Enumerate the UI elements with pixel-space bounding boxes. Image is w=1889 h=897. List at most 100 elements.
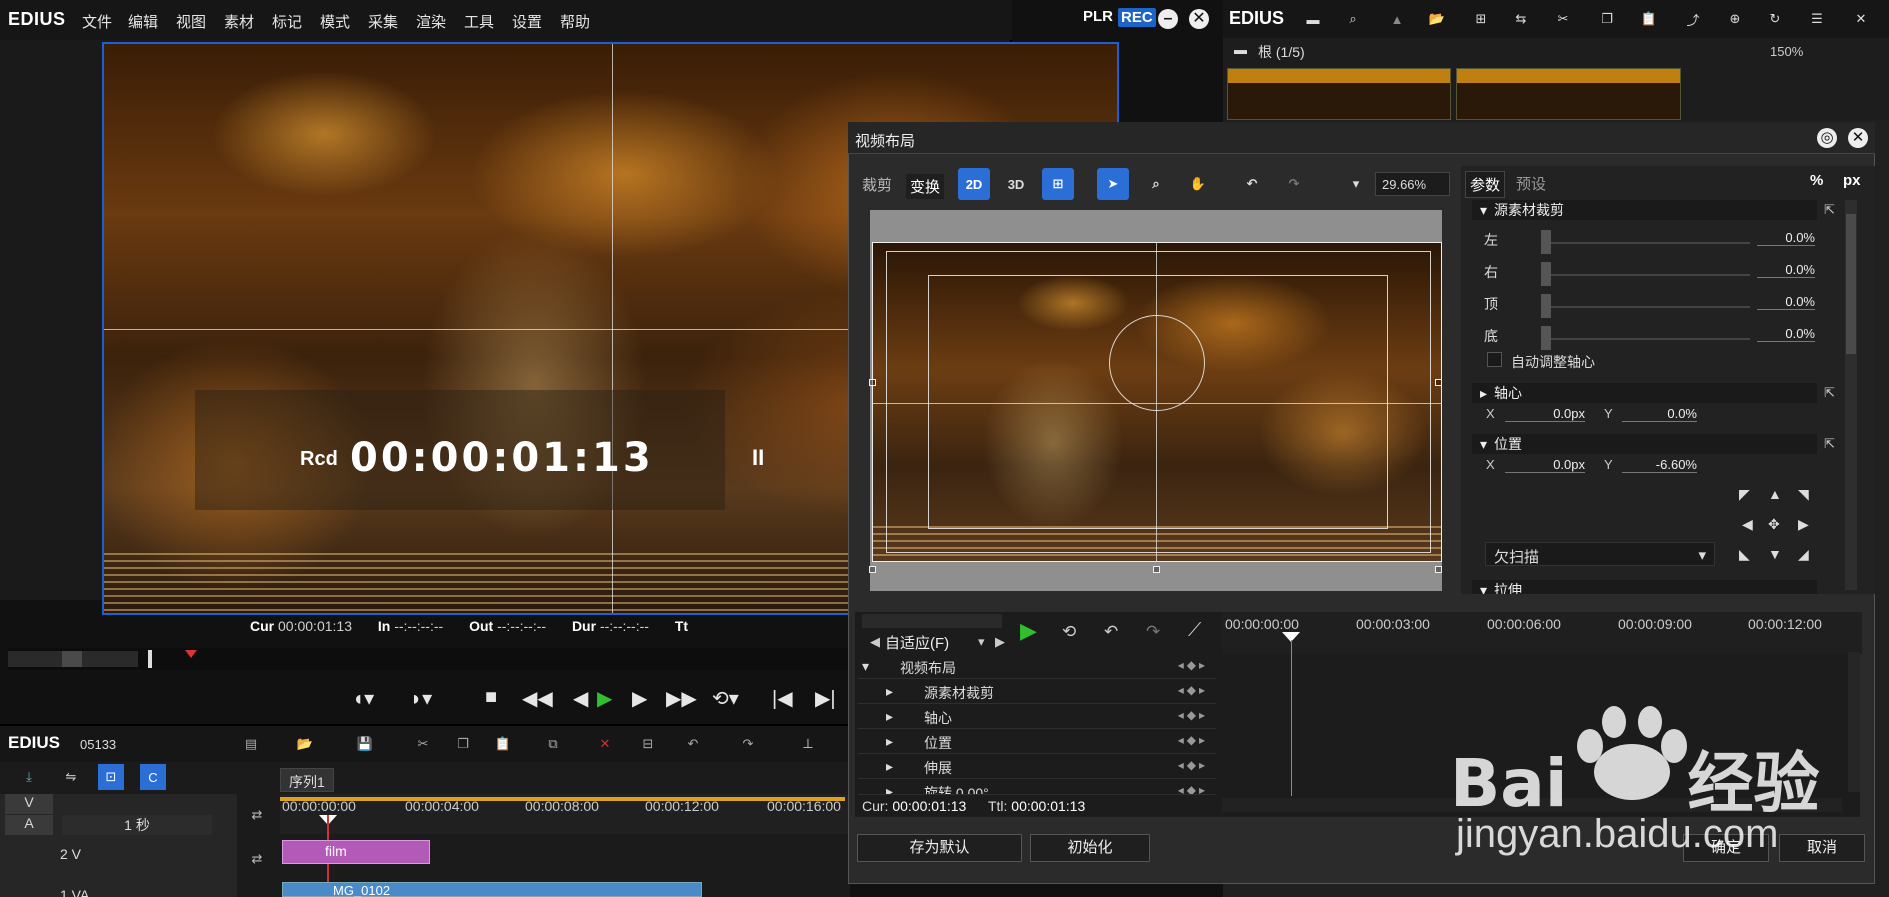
- menu-settings[interactable]: 设置: [512, 11, 542, 32]
- scan-mode-select[interactable]: 欠扫描 ▾: [1485, 542, 1715, 566]
- keyframe-vscroll[interactable]: [1848, 652, 1860, 792]
- align-top-right-icon[interactable]: ◥: [1798, 486, 1809, 503]
- fast-forward-icon[interactable]: ▶▶: [666, 686, 697, 711]
- prev-arrow-icon[interactable]: ◀: [870, 634, 880, 650]
- bin-close-icon[interactable]: ✕: [1848, 6, 1874, 32]
- unit-pixel-button[interactable]: px: [1843, 172, 1861, 189]
- kf-row-pivot[interactable]: ▸ 轴心 ◂◆▸: [858, 704, 1216, 729]
- cut-icon[interactable]: ✂: [410, 731, 436, 757]
- kf-row-stretch[interactable]: ▸ 伸展 ◂◆▸: [858, 754, 1216, 779]
- menu-tools[interactable]: 工具: [464, 11, 494, 32]
- section-export-icon[interactable]: ⇱: [1824, 436, 1835, 452]
- crop-left-value[interactable]: 0.0%: [1757, 230, 1815, 246]
- align-left-icon[interactable]: ◀: [1742, 516, 1753, 533]
- align-bottom-right-icon[interactable]: ◢: [1798, 546, 1809, 563]
- close-icon[interactable]: ✕: [1189, 9, 1209, 29]
- keyframe-nav-icon[interactable]: ◂◆▸: [1178, 683, 1208, 697]
- sequence-tab[interactable]: 序列1: [280, 768, 334, 792]
- insert-icon[interactable]: ⧉: [540, 731, 566, 757]
- dropdown-icon[interactable]: ▾: [1340, 168, 1372, 200]
- pivot-y-value[interactable]: 0.0%: [1622, 406, 1697, 422]
- align-top-icon[interactable]: ▲: [1768, 486, 1782, 502]
- rec-toggle[interactable]: REC: [1118, 8, 1156, 27]
- expand-icon[interactable]: ▸: [886, 783, 893, 794]
- select-arrow-icon[interactable]: ➤: [1097, 168, 1129, 200]
- add-to-timeline-icon[interactable]: ⊕: [1722, 6, 1748, 32]
- resize-handle[interactable]: [1435, 379, 1442, 386]
- preview-zoom-select[interactable]: 29.66%: [1375, 172, 1450, 196]
- pivot-circle[interactable]: [1109, 315, 1205, 411]
- dialog-undo-icon[interactable]: ↶: [1236, 168, 1268, 200]
- align-center-icon[interactable]: ✥: [1768, 516, 1780, 533]
- kf-row-rotation[interactable]: ▸ 旋转 0.00° ◂◆▸: [858, 779, 1216, 795]
- delete-icon[interactable]: ✕: [592, 731, 618, 757]
- keyframe-slider[interactable]: [862, 614, 1002, 628]
- pivot-x-value[interactable]: 0.0px: [1505, 406, 1585, 422]
- resize-handle[interactable]: [869, 379, 876, 386]
- keyframe-nav-icon[interactable]: ◂◆▸: [1178, 733, 1208, 747]
- section-crop[interactable]: ▾ 源素材裁剪: [1472, 200, 1817, 220]
- expand-icon[interactable]: ▸: [886, 758, 893, 775]
- step-back-icon[interactable]: ◀: [573, 686, 588, 711]
- dialog-maximize-icon[interactable]: ◎: [1817, 128, 1837, 148]
- insert-mode-icon[interactable]: ⤓: [16, 764, 42, 790]
- initialize-button[interactable]: 初始化: [1030, 834, 1150, 862]
- auto-pivot-checkbox[interactable]: [1487, 352, 1502, 367]
- menu-render[interactable]: 渲染: [416, 11, 446, 32]
- open-icon[interactable]: 📂: [1424, 6, 1450, 32]
- menu-capture[interactable]: 采集: [368, 11, 398, 32]
- bin-paste-icon[interactable]: 📋: [1636, 6, 1662, 32]
- menu-clip[interactable]: 素材: [224, 11, 254, 32]
- paste-icon[interactable]: 📋: [490, 731, 516, 757]
- keyframe-nav-icon[interactable]: ◂◆▸: [1178, 658, 1208, 672]
- bin-path[interactable]: 根 (1/5): [1258, 42, 1305, 62]
- redo-icon[interactable]: ↷: [735, 731, 761, 757]
- minimize-icon[interactable]: –: [1158, 9, 1178, 29]
- export-icon[interactable]: ⤴: [1680, 6, 1706, 32]
- plr-toggle[interactable]: PLR: [1083, 8, 1113, 25]
- folder-icon[interactable]: ▬: [1300, 6, 1326, 32]
- kf-loop-icon[interactable]: ⟲: [1062, 622, 1076, 642]
- crop-left-slider[interactable]: [1545, 242, 1750, 244]
- save-default-button[interactable]: 存为默认: [857, 834, 1022, 862]
- mode-3d-button[interactable]: 3D: [1000, 168, 1032, 200]
- section-pivot[interactable]: ▸ 轴心: [1472, 383, 1817, 403]
- crop-right-knob[interactable]: [1541, 262, 1551, 286]
- track-swap-icon-2[interactable]: ⇄: [244, 846, 270, 872]
- menu-view[interactable]: 视图: [176, 11, 206, 32]
- cancel-button[interactable]: 取消: [1779, 834, 1865, 862]
- align-bottom-icon[interactable]: ▼: [1768, 546, 1782, 562]
- align-top-left-icon[interactable]: ◤: [1739, 486, 1750, 503]
- crop-top-knob[interactable]: [1541, 294, 1551, 318]
- ripple-delete-icon[interactable]: ⊟: [635, 731, 661, 757]
- stop-icon[interactable]: ■: [485, 686, 497, 709]
- crop-bottom-value[interactable]: 0.0%: [1757, 326, 1815, 342]
- save-icon[interactable]: 💾: [352, 731, 378, 757]
- expand-icon[interactable]: ▸: [886, 733, 893, 750]
- graph-icon[interactable]: ⟋: [1188, 620, 1201, 642]
- sync-mode-icon[interactable]: ⇋: [58, 764, 84, 790]
- loop-play-icon[interactable]: ⟲▾: [712, 686, 739, 711]
- copy-icon[interactable]: ❐: [450, 731, 476, 757]
- bin-thumbnail[interactable]: [1456, 68, 1681, 120]
- keyframe-nav-icon[interactable]: ◂◆▸: [1178, 783, 1208, 794]
- keyframe-nav-icon[interactable]: ◂◆▸: [1178, 758, 1208, 772]
- audio-channel-select[interactable]: A: [5, 815, 53, 835]
- align-right-icon[interactable]: ▶: [1798, 516, 1809, 533]
- bin-thumbnail[interactable]: [1227, 68, 1451, 120]
- menu-help[interactable]: 帮助: [560, 11, 590, 32]
- group-link-icon[interactable]: ⊡: [98, 764, 124, 790]
- hand-icon[interactable]: ✋: [1182, 168, 1214, 200]
- section-export-icon[interactable]: ⇱: [1824, 385, 1835, 401]
- menu-edit[interactable]: 编辑: [128, 11, 158, 32]
- kf-row-crop[interactable]: ▸ 源素材裁剪 ◂◆▸: [858, 679, 1216, 704]
- marker-icon[interactable]: ⊥: [795, 731, 821, 757]
- resize-handle[interactable]: [1435, 566, 1442, 573]
- open-folder-icon[interactable]: 📂: [292, 731, 318, 757]
- crop-bottom-knob[interactable]: [1541, 326, 1551, 350]
- playhead-marker[interactable]: [185, 650, 197, 658]
- keyframe-nav-icon[interactable]: ◂◆▸: [1178, 708, 1208, 722]
- grid-icon[interactable]: ⊞: [1042, 168, 1074, 200]
- crop-top-slider[interactable]: [1545, 306, 1750, 308]
- layout-preview-image[interactable]: [872, 242, 1442, 562]
